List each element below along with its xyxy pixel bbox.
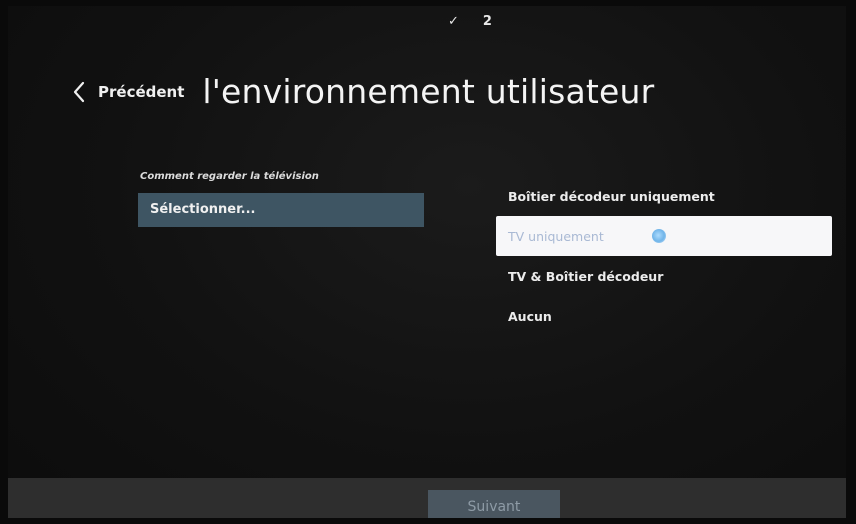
option-decoder-only[interactable]: Boîtier décodeur uniquement — [496, 176, 832, 216]
chevron-left-icon — [72, 81, 86, 103]
option-label: Aucun — [508, 308, 552, 324]
field-label: Comment regarder la télévision — [140, 171, 319, 182]
pointer-cursor-icon — [651, 229, 666, 243]
back-button[interactable]: Précédent — [72, 81, 184, 103]
option-none[interactable]: Aucun — [496, 296, 832, 336]
page-title: l'environnement utilisateur — [202, 72, 655, 112]
option-label: TV uniquement — [508, 228, 604, 244]
step-current-number: 2 — [482, 14, 492, 29]
step-indicator: ✓ 2 — [448, 14, 492, 29]
option-tv-and-decoder[interactable]: TV & Boîtier décodeur — [496, 256, 832, 296]
next-button[interactable]: Suivant — [428, 490, 560, 518]
tv-watching-select[interactable]: Sélectionner... — [138, 193, 424, 227]
back-label: Précédent — [98, 82, 185, 101]
option-label: Boîtier décodeur uniquement — [508, 188, 715, 204]
bottom-bar — [8, 478, 846, 518]
step-completed-check: ✓ — [448, 14, 459, 29]
option-tv-only[interactable]: TV uniquement — [496, 216, 832, 256]
header: Précédent l'environnement utilisateur — [72, 50, 654, 133]
tv-screen: ✓ 2 Précédent l'environnement utilisateu… — [8, 6, 846, 518]
options-list: Boîtier décodeur uniquement TV uniquemen… — [496, 176, 832, 336]
option-label: TV & Boîtier décodeur — [508, 268, 664, 284]
